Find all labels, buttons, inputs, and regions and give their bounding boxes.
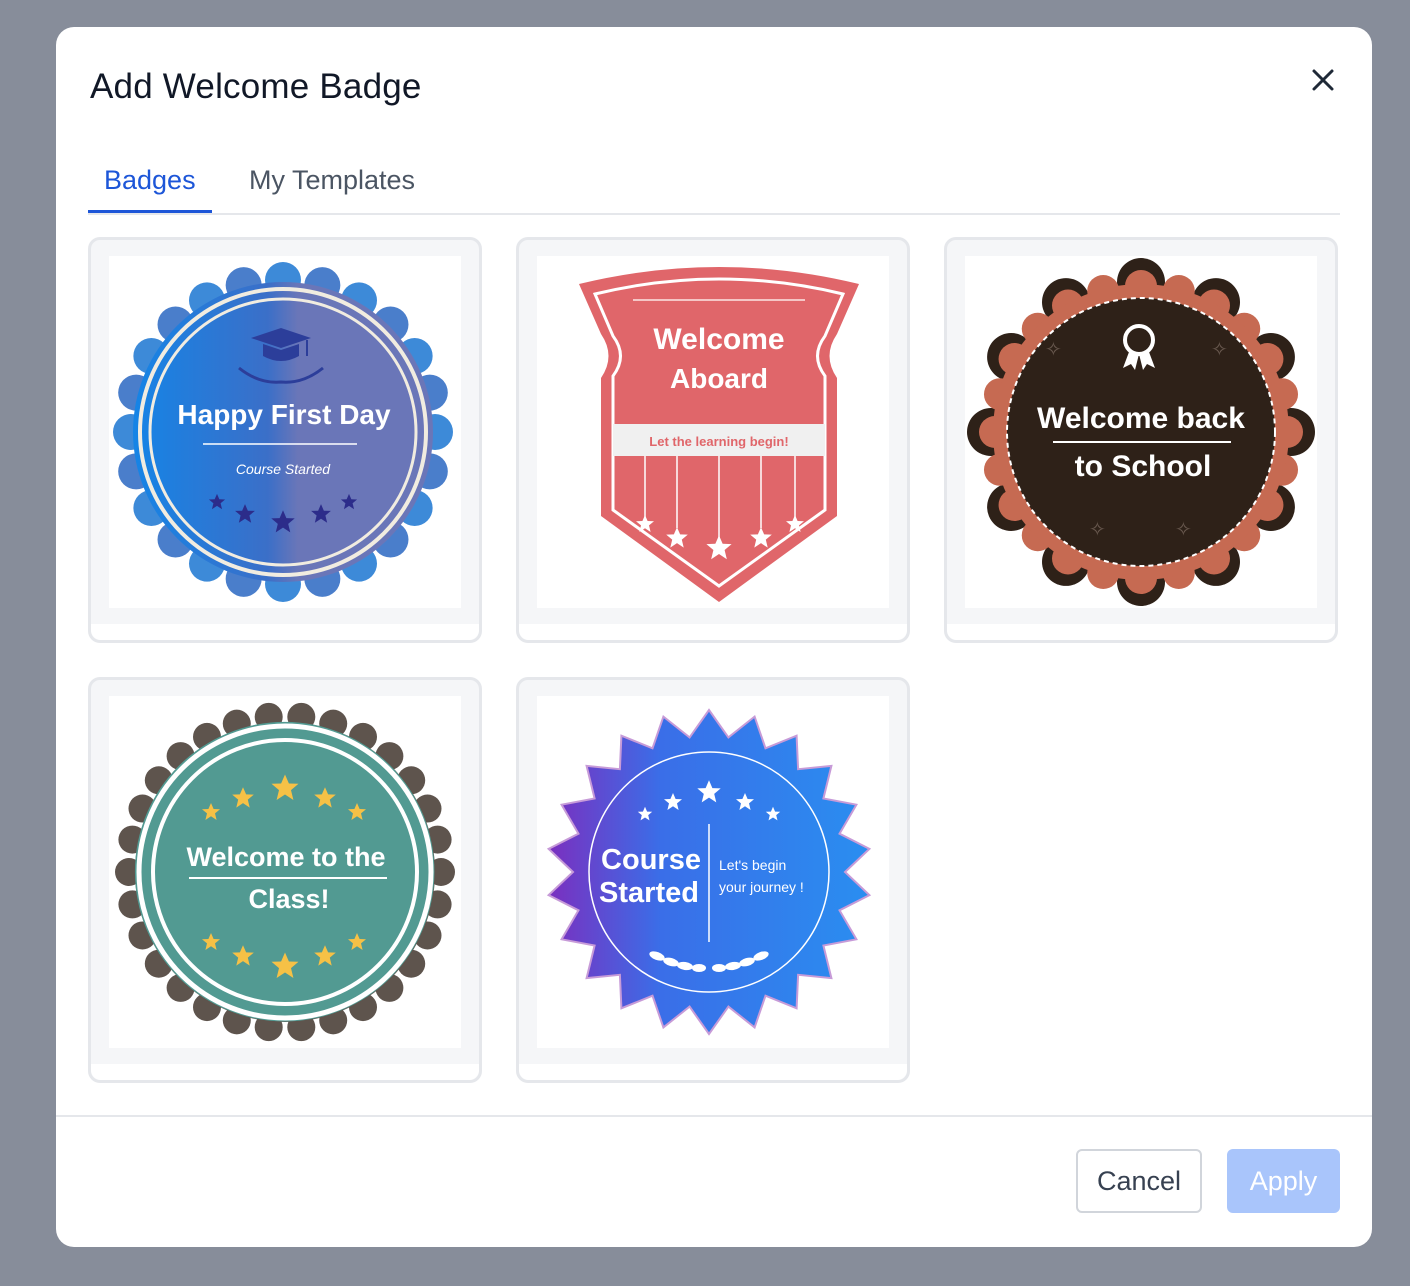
dialog-footer: Cancel Apply bbox=[56, 1115, 1372, 1247]
badge-preview: Welcome to the Class! bbox=[109, 696, 461, 1048]
badge-title-line1: Welcome to the bbox=[186, 842, 385, 872]
badge-subtitle: Let the learning begin! bbox=[649, 434, 788, 449]
badge-title-line1: Welcome bbox=[653, 323, 784, 356]
course-started-badge: Course Started Let's begin your journey … bbox=[546, 708, 872, 1036]
badge-preview: Happy First Day Course Started bbox=[109, 256, 461, 608]
badge-card-happy-first-day[interactable]: Happy First Day Course Started bbox=[88, 237, 482, 643]
badge-title-line1: Course bbox=[601, 844, 701, 876]
tab-badges[interactable]: Badges bbox=[88, 147, 212, 213]
badge-subtitle-line1: Let's begin bbox=[719, 857, 786, 873]
badge-title: Happy First Day bbox=[177, 399, 391, 430]
welcome-back-to-school-badge: ✧ ✧ ✧ ✧ Welcome back to School bbox=[967, 258, 1315, 606]
happy-first-day-badge: Happy First Day Course Started bbox=[113, 262, 453, 602]
badge-preview: Course Started Let's begin your journey … bbox=[537, 696, 889, 1048]
svg-text:✧: ✧ bbox=[1045, 339, 1062, 361]
welcome-aboard-badge: Welcome Aboard Let the learning begin! bbox=[579, 267, 859, 602]
badge-title-line1: Welcome back bbox=[1037, 402, 1245, 435]
svg-text:✧: ✧ bbox=[1211, 339, 1228, 361]
badge-title-line2: Class! bbox=[248, 884, 329, 914]
badge-card-welcome-to-the-class[interactable]: Welcome to the Class! bbox=[88, 677, 482, 1083]
badge-card-welcome-aboard[interactable]: Welcome Aboard Let the learning begin! bbox=[516, 237, 910, 643]
add-welcome-badge-dialog: Add Welcome Badge Badges My Templates Ha… bbox=[56, 27, 1372, 1247]
badge-preview: ✧ ✧ ✧ ✧ Welcome back to School bbox=[965, 256, 1317, 608]
badge-title-line2: to School bbox=[1075, 450, 1212, 483]
apply-button[interactable]: Apply bbox=[1227, 1149, 1340, 1213]
badge-preview: Welcome Aboard Let the learning begin! bbox=[537, 256, 889, 608]
tab-my-templates[interactable]: My Templates bbox=[233, 147, 431, 213]
badge-card-course-started[interactable]: Course Started Let's begin your journey … bbox=[516, 677, 910, 1083]
close-icon bbox=[1312, 69, 1334, 91]
badge-subtitle-line2: your journey ! bbox=[719, 879, 804, 895]
badge-title-line2: Aboard bbox=[670, 363, 768, 394]
tab-bar: Badges My Templates bbox=[88, 147, 1340, 215]
badge-title-line2: Started bbox=[599, 877, 699, 909]
svg-text:✧: ✧ bbox=[1089, 519, 1106, 541]
close-button[interactable] bbox=[1306, 63, 1340, 97]
welcome-to-the-class-badge: Welcome to the Class! bbox=[115, 702, 455, 1042]
dialog-title: Add Welcome Badge bbox=[90, 67, 422, 106]
badge-subtitle: Course Started bbox=[236, 461, 331, 477]
badge-card-welcome-back-to-school[interactable]: ✧ ✧ ✧ ✧ Welcome back to School bbox=[944, 237, 1338, 643]
cancel-button[interactable]: Cancel bbox=[1076, 1149, 1202, 1213]
svg-text:✧: ✧ bbox=[1175, 519, 1192, 541]
